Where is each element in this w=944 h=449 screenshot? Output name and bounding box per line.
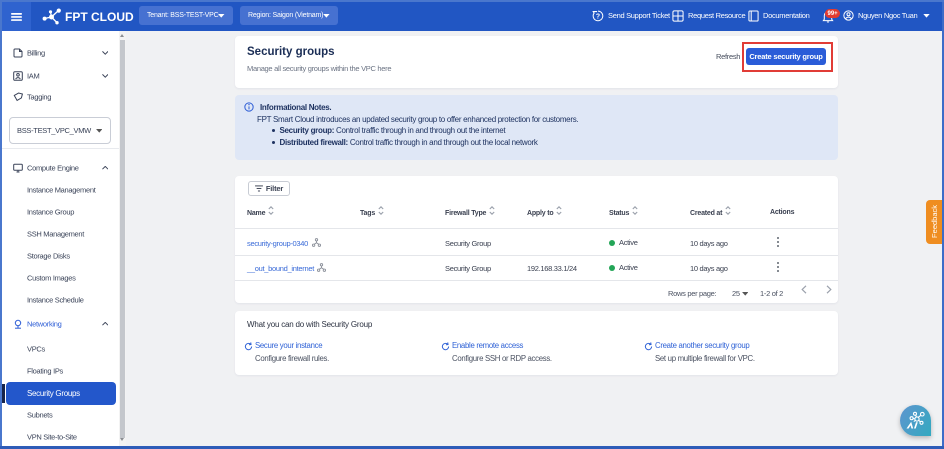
svg-text:?: ?	[596, 13, 600, 20]
